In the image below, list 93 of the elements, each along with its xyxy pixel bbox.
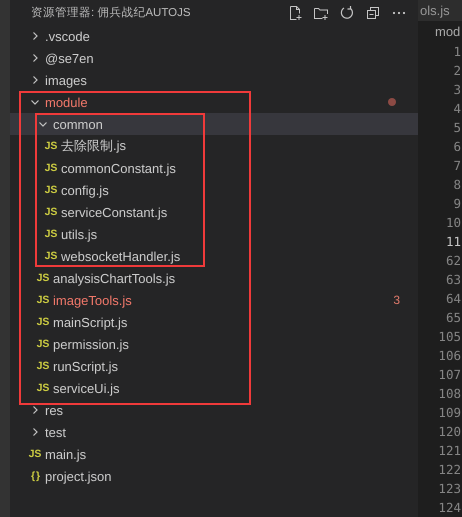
line-number: 108 — [438, 385, 461, 403]
file-name: runScript.js — [53, 358, 120, 374]
line-number: 123 — [438, 480, 461, 498]
file-row[interactable]: JS analysisChartTools.js — [10, 267, 418, 289]
file-name: @se7en — [45, 50, 95, 66]
line-number: 2 — [453, 62, 461, 80]
chevron-right-icon — [30, 427, 40, 437]
file-row[interactable]: JS websocketHandler.js — [10, 245, 418, 267]
file-name: module — [45, 94, 89, 110]
chevron-down-icon — [38, 119, 48, 129]
file-row[interactable]: JS serviceConstant.js — [10, 201, 418, 223]
file-type-icon: JS — [44, 228, 58, 240]
file-name: images — [45, 72, 88, 88]
file-row[interactable]: JS main.js — [10, 443, 418, 465]
file-type-icon: JS — [36, 338, 50, 350]
file-type-icon: JS — [44, 162, 58, 174]
file-row[interactable]: JS utils.js — [10, 223, 418, 245]
line-number: 10 — [446, 214, 461, 232]
file-name: commonConstant.js — [61, 160, 177, 176]
line-number: 120 — [438, 423, 461, 441]
file-type-icon: JS — [36, 382, 50, 394]
line-number: 4 — [453, 100, 461, 118]
line-number: 64 — [446, 290, 461, 308]
chevron-down-icon — [30, 97, 40, 107]
line-number: 109 — [438, 404, 461, 422]
file-name: analysisChartTools.js — [53, 270, 176, 286]
file-row[interactable]: JS commonConstant.js — [10, 157, 418, 179]
file-name: websocketHandler.js — [61, 248, 182, 264]
file-name: permission.js — [53, 336, 130, 352]
breadcrumb[interactable]: mod — [418, 21, 462, 42]
folder-row[interactable]: .vscode — [10, 25, 418, 47]
folder-row[interactable]: common — [10, 113, 418, 135]
file-type-icon: { } — [30, 470, 40, 482]
folder-row[interactable]: module — [10, 91, 418, 113]
line-number: 106 — [438, 347, 461, 365]
line-number: 8 — [453, 176, 461, 194]
folder-row[interactable]: @se7en — [10, 47, 418, 69]
file-row[interactable]: JS mainScript.js — [10, 311, 418, 333]
line-number: 11 — [446, 233, 461, 251]
file-row[interactable]: JS config.js — [10, 179, 418, 201]
line-number: 62 — [446, 252, 461, 270]
file-name: test — [45, 424, 67, 440]
file-name: 去除限制.js — [61, 137, 127, 155]
chevron-right-icon — [30, 53, 40, 63]
line-number: 5 — [453, 119, 461, 137]
line-number: 124 — [438, 499, 461, 517]
file-type-icon: JS — [36, 272, 50, 284]
chevron-right-icon — [30, 405, 40, 415]
line-number: 105 — [438, 328, 461, 346]
editor-tab[interactable]: ols.js — [418, 0, 462, 22]
line-number: 65 — [446, 309, 461, 327]
file-name: mainScript.js — [53, 314, 128, 330]
file-row[interactable]: JS imageTools.js 3 — [10, 289, 418, 311]
folder-row[interactable]: res — [10, 399, 418, 421]
file-name: imageTools.js — [53, 292, 133, 308]
file-name: .vscode — [45, 28, 91, 44]
line-number: 9 — [453, 195, 461, 213]
file-row[interactable]: JS 去除限制.js — [10, 135, 418, 157]
file-type-icon: JS — [36, 294, 50, 306]
file-name: serviceUi.js — [53, 380, 120, 396]
line-number: 1 — [453, 43, 461, 61]
folder-row[interactable]: images — [10, 69, 418, 91]
line-number: 122 — [438, 461, 461, 479]
line-number: 63 — [446, 271, 461, 289]
file-name: utils.js — [61, 226, 98, 242]
line-number: 121 — [438, 442, 461, 460]
file-type-icon: JS — [44, 206, 58, 218]
file-type-icon: JS — [44, 140, 58, 152]
problem-count: 3 — [393, 293, 400, 307]
file-name: main.js — [45, 446, 88, 462]
refresh-icon[interactable] — [338, 4, 356, 22]
file-row[interactable]: JS serviceUi.js — [10, 377, 418, 399]
chevron-right-icon — [30, 31, 40, 41]
line-number: 3 — [453, 81, 461, 99]
file-row[interactable]: { } project.json — [10, 465, 418, 487]
file-name: common — [53, 116, 104, 132]
file-type-icon: JS — [36, 360, 50, 372]
file-type-icon: JS — [44, 184, 58, 196]
line-number: 107 — [438, 366, 461, 384]
file-name: config.js — [61, 182, 110, 198]
folder-row[interactable]: test — [10, 421, 418, 443]
chevron-right-icon — [30, 75, 40, 85]
line-number: 7 — [453, 157, 461, 175]
file-name: serviceConstant.js — [61, 204, 168, 220]
file-name: res — [45, 402, 64, 418]
file-name: project.json — [45, 468, 112, 484]
file-row[interactable]: JS runScript.js — [10, 355, 418, 377]
file-type-icon: JS — [28, 448, 42, 460]
line-number: 6 — [453, 138, 461, 156]
file-type-icon: JS — [44, 250, 58, 262]
file-row[interactable]: JS permission.js — [10, 333, 418, 355]
explorer-title: 资源管理器: 佣兵战纪AUTOJS — [31, 6, 192, 20]
file-type-icon: JS — [36, 316, 50, 328]
